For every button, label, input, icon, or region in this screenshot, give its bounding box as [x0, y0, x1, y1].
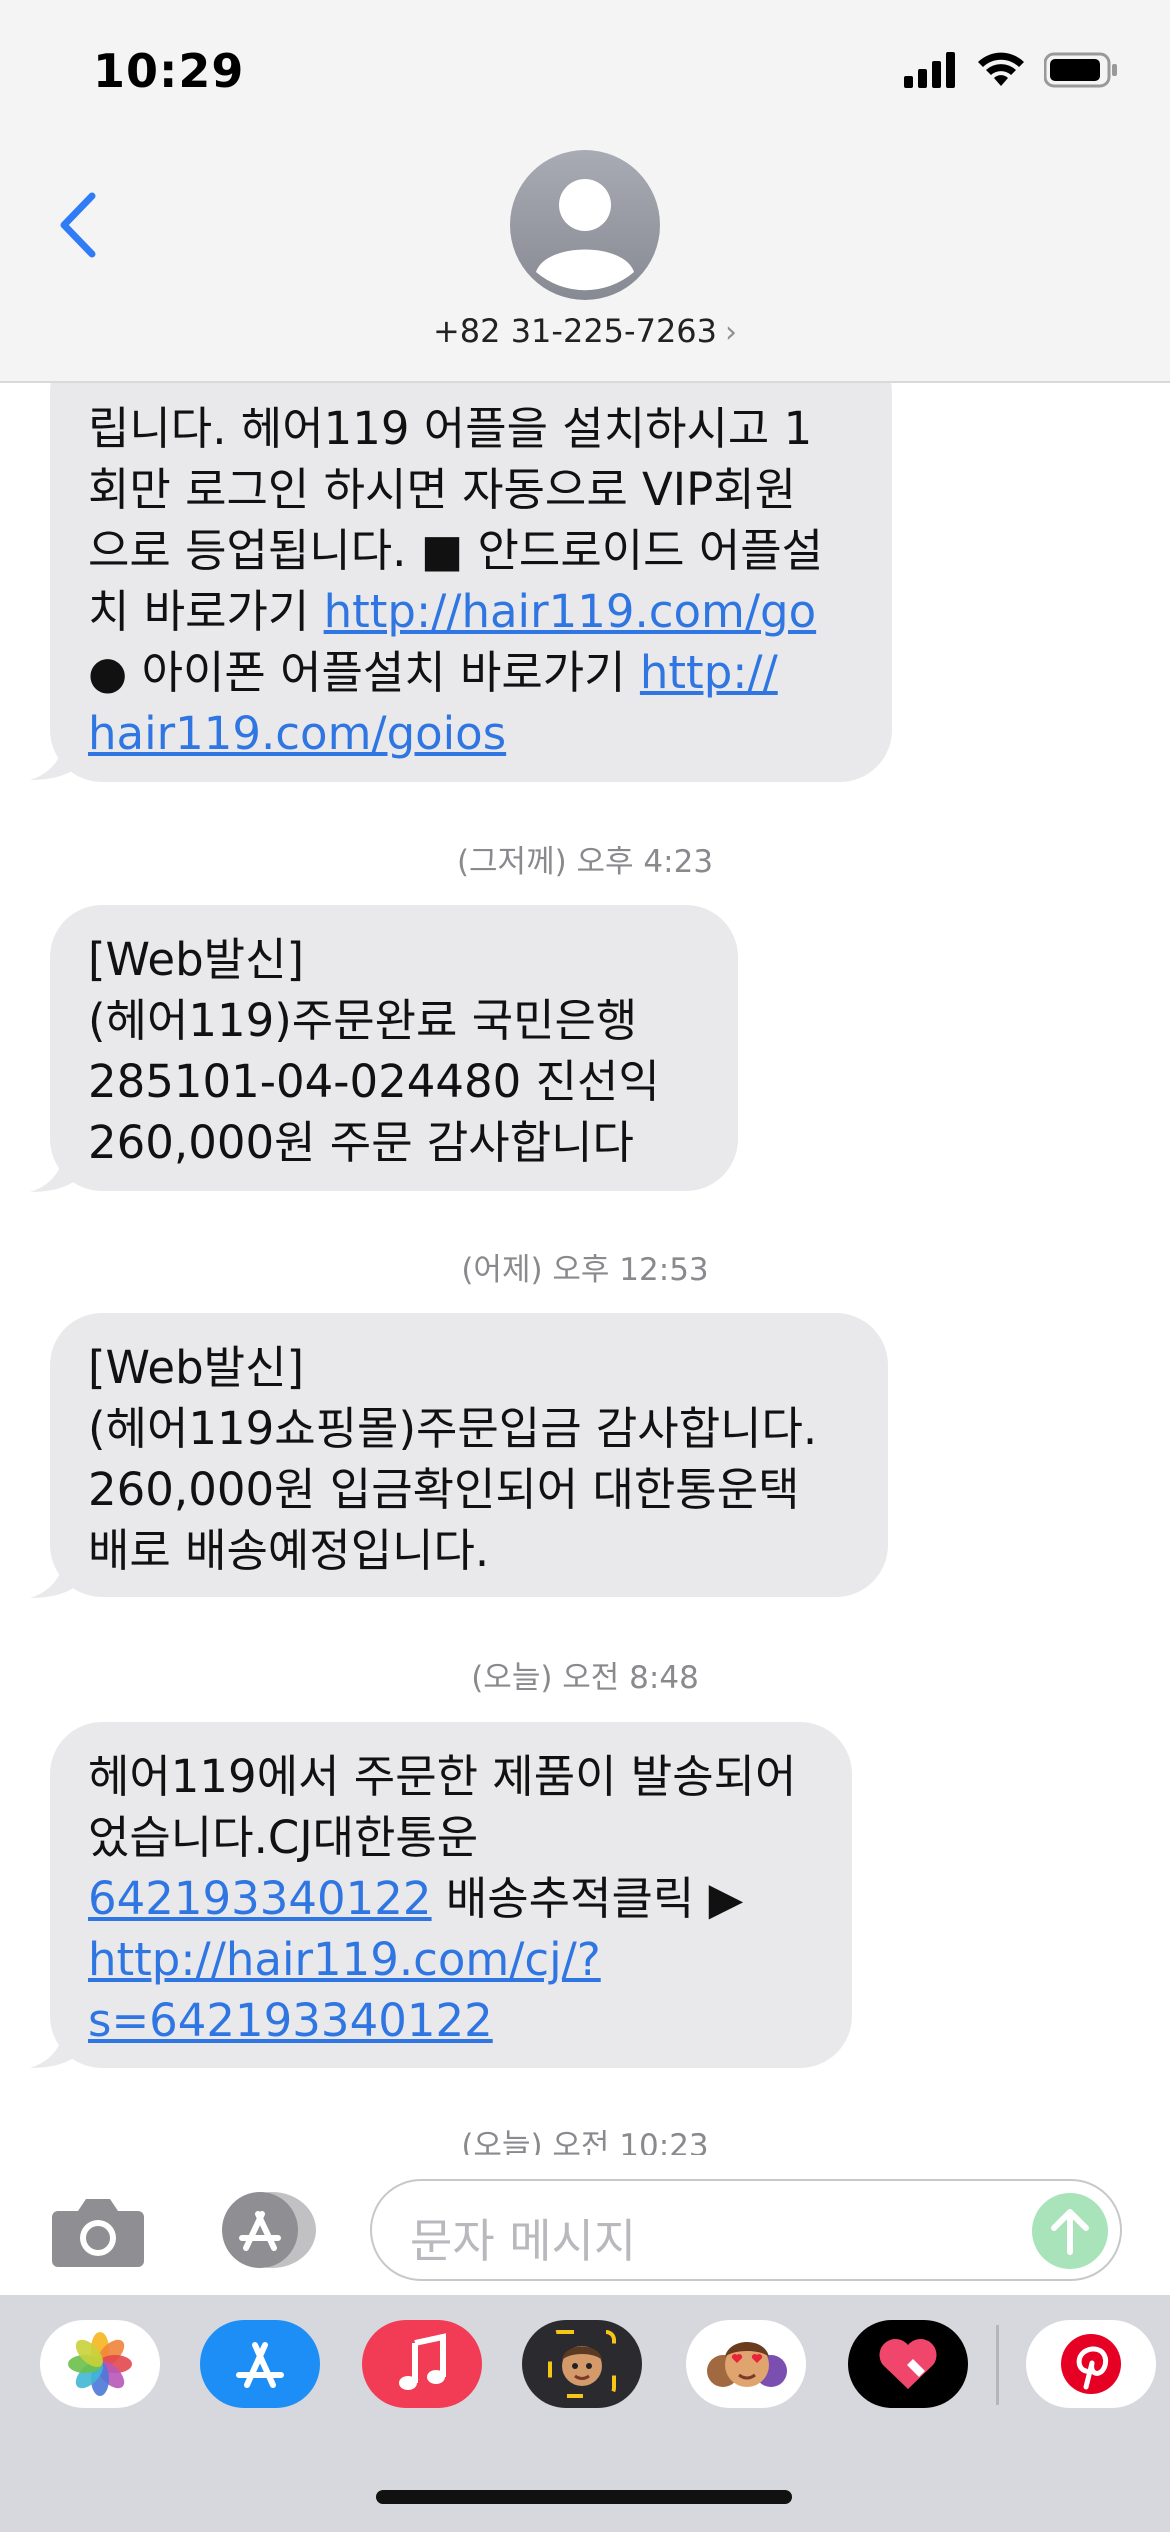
message-text: [Web발신]: [88, 1341, 305, 1394]
message-line: 배로 배송예정입니다.: [88, 1520, 850, 1581]
message-line: [Web발신]: [88, 1337, 850, 1398]
message-text: (헤어119쇼핑몰)주문입금 감사합니다.: [88, 1402, 818, 1455]
back-button[interactable]: [48, 190, 108, 260]
signal-icon: [904, 52, 955, 88]
message-link[interactable]: hair119.com/goios: [88, 707, 506, 760]
message-text: 헤어119에서 주문한 제품이 발송되어: [88, 1750, 797, 1803]
pinterest-app[interactable]: [1026, 2320, 1156, 2408]
message-line: 260,000원 주문 감사합니다: [88, 1112, 700, 1173]
message-line: 260,000원 입금확인되어 대한통운택: [88, 1459, 850, 1520]
digital-touch-app[interactable]: [848, 2320, 968, 2408]
memoji-icon: [548, 2330, 616, 2398]
message-text: 배송추적클릭 ▶: [431, 1872, 744, 1925]
music-icon: [399, 2333, 446, 2390]
app-store-button[interactable]: [210, 2190, 320, 2270]
message-line: 으로 등업됩니다. ■ 안드로이드 어플설: [88, 520, 854, 581]
message-link[interactable]: http://hair119.com/cj/?: [88, 1933, 601, 1986]
message-line: 치 바로가기 http://hair119.com/go: [88, 581, 854, 642]
send-button[interactable]: [1032, 2193, 1108, 2269]
message-line: http://hair119.com/cj/?: [88, 1929, 814, 1990]
chevron-left-icon: [60, 192, 96, 258]
person-icon: [536, 179, 634, 291]
message-line: 642193340122 배송추적클릭 ▶: [88, 1868, 814, 1929]
message-text: 으로 등업됩니다. ■ 안드로이드 어플설: [88, 524, 824, 577]
app-store-icon: [236, 2342, 284, 2388]
timestamp: (어제) 오후 12:53: [461, 1252, 709, 1288]
pinterest-icon: [1061, 2334, 1121, 2394]
memoji-app[interactable]: [522, 2320, 642, 2408]
message-text: 285101-04-024480 진선익: [88, 1055, 660, 1108]
photos-icon: [68, 2332, 132, 2396]
conversation-header: 10:29 +82 31-225-7263 ›: [0, 0, 1170, 383]
message-text: 260,000원 주문 감사합니다: [88, 1116, 634, 1169]
message-text: 립니다. 헤어119 어플을 설치하시고 1: [88, 402, 813, 455]
message-bubble[interactable]: 헤어119에서 주문한 제품이 발송되어 었습니다.CJ대한통운 642193340…: [50, 1722, 852, 2068]
contact-avatar[interactable]: [510, 150, 660, 300]
message-bubble[interactable]: [Web발신] (헤어119)주문완료 국민은행 285101-04-024480 …: [50, 905, 738, 1191]
message-line: (헤어119)주문완료 국민은행: [88, 990, 700, 1051]
status-time: 10:29: [93, 44, 245, 98]
message-line: [Web발신]: [88, 929, 700, 990]
message-text: 치 바로가기: [88, 585, 324, 638]
message-link[interactable]: s=642193340122: [88, 1994, 493, 2047]
status-icons: [904, 52, 1118, 88]
message-bubble[interactable]: [Web발신] (헤어119쇼핑몰)주문입금 감사합니다. 260,000원 입금확…: [50, 1313, 888, 1597]
message-text: 260,000원 입금확인되어 대한통운택: [88, 1463, 800, 1516]
contact-number: +82 31-225-7263: [432, 312, 718, 350]
message-text: 었습니다.CJ대한통운: [88, 1811, 479, 1864]
message-line: 었습니다.CJ대한통운: [88, 1807, 814, 1868]
message-text: 회만 로그인 하시면 자동으로 VIP회원: [88, 463, 797, 516]
photos-app[interactable]: [40, 2320, 160, 2408]
contact-name[interactable]: +82 31-225-7263 ›: [0, 312, 1170, 350]
composer-bar: 문자 메시지: [0, 2155, 1170, 2295]
timestamp: (오늘) 오전 8:48: [471, 1660, 699, 1696]
timestamp: (그저께) 오후 4:23: [456, 844, 714, 880]
wifi-icon: [978, 52, 1024, 86]
message-placeholder: 문자 메시지: [410, 2214, 637, 2268]
message-line: 립니다. 헤어119 어플을 설치하시고 1: [88, 398, 854, 459]
message-text: ● 아이폰 어플설치 바로가기: [88, 646, 640, 699]
drawer-divider: [996, 2325, 999, 2405]
message-line: (헤어119쇼핑몰)주문입금 감사합니다.: [88, 1398, 850, 1459]
message-link[interactable]: http://: [640, 646, 778, 699]
camera-button[interactable]: [50, 2193, 146, 2269]
message-line: 회만 로그인 하시면 자동으로 VIP회원: [88, 459, 854, 520]
message-text: 배로 배송예정입니다.: [88, 1524, 490, 1577]
message-line: 헤어119에서 주문한 제품이 발송되어: [88, 1746, 814, 1807]
chevron-right-icon: ›: [725, 315, 738, 350]
camera-icon: [52, 2199, 144, 2267]
animoji-app[interactable]: [686, 2320, 806, 2408]
animoji-icon: [707, 2342, 787, 2387]
message-line: 285101-04-024480 진선익: [88, 1051, 700, 1112]
message-link[interactable]: http://hair119.com/go: [324, 585, 817, 638]
message-text: (헤어119)주문완료 국민은행: [88, 994, 638, 1047]
message-line: ● 아이폰 어플설치 바로가기 http://: [88, 642, 854, 703]
message-link[interactable]: 642193340122: [88, 1872, 432, 1925]
app-store-icon: [222, 2192, 316, 2268]
music-app[interactable]: [362, 2320, 482, 2408]
home-indicator[interactable]: [376, 2490, 792, 2504]
digital-touch-icon: [879, 2338, 937, 2389]
message-bubble[interactable]: 립니다. 헤어119 어플을 설치하시고 1 회만 로그인 하시면 자동으로 VI…: [50, 340, 892, 782]
app-store-app[interactable]: [200, 2320, 320, 2408]
arrow-up-icon: [1051, 2209, 1089, 2255]
battery-icon: [1044, 52, 1117, 88]
message-line: s=642193340122: [88, 1990, 814, 2051]
message-input[interactable]: 문자 메시지: [370, 2179, 1122, 2281]
message-text: [Web발신]: [88, 933, 305, 986]
message-line: hair119.com/goios: [88, 703, 854, 764]
